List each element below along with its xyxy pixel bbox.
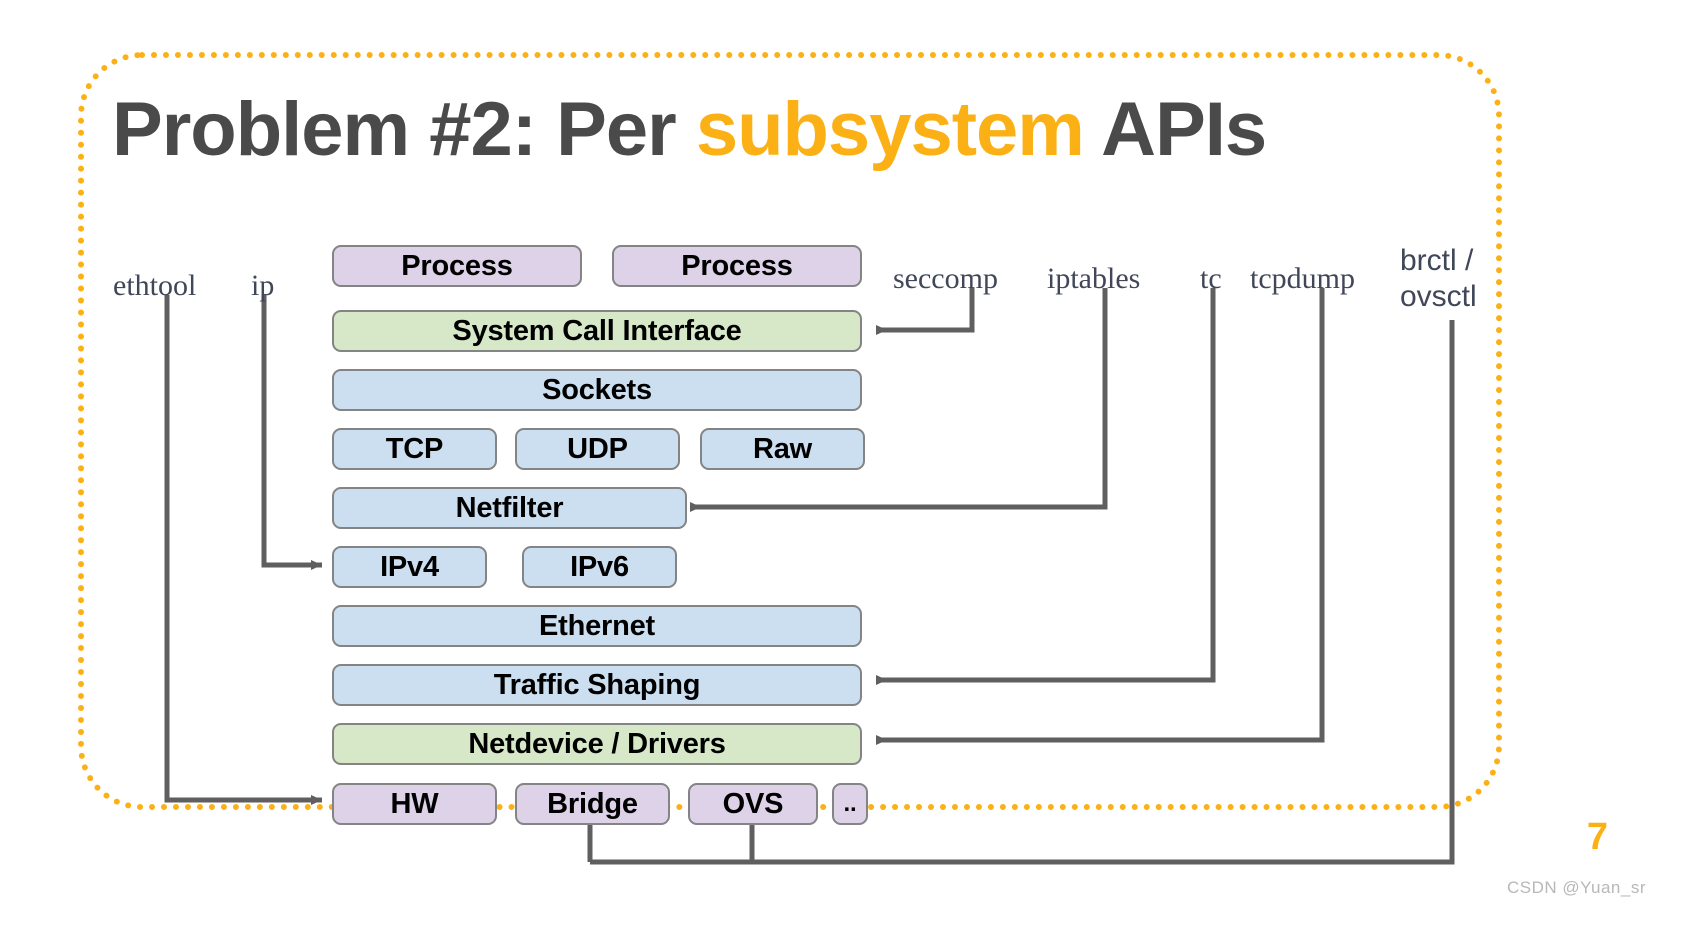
stack-box-bridge[interactable]: Bridge [515,783,670,825]
wire-ethtool-to-hw [164,295,322,805]
tool-label-tcpdump[interactable]: tcpdump [1250,262,1355,295]
tool-label-seccomp[interactable]: seccomp [893,262,998,295]
watermark: CSDN @Yuan_sr [1506,878,1646,897]
stack-box-ovs[interactable]: OVS [688,783,818,825]
tool-label-ovsctl[interactable]: ovsctl [1400,280,1477,313]
stack-box-netdevice-drivers[interactable]: Netdevice / Drivers [332,723,862,765]
stack-box-process-2[interactable]: Process [612,245,862,287]
stack-box-sockets[interactable]: Sockets [332,369,862,411]
tool-label-brctl[interactable]: brctl / [1400,244,1473,277]
stack-box-ipv4[interactable]: IPv4 [332,546,487,588]
stack-box-ipv6[interactable]: IPv6 [522,546,677,588]
stack-box-ellipsis[interactable]: .. [832,783,868,825]
stack-box-tcp[interactable]: TCP [332,428,497,470]
wire-ip-to-ipv4 [261,295,322,570]
slide-canvas: Problem #2: Per subsystem APIs ethtool i… [0,0,1686,947]
tool-label-ip[interactable]: ip [251,269,274,302]
wire-tc-to-traffic-shaping [876,288,1216,685]
stack-box-system-call-interface[interactable]: System Call Interface [332,310,862,352]
stack-box-raw[interactable]: Raw [700,428,865,470]
wire-tcpdump-to-netdevice [876,288,1325,745]
stack-box-udp[interactable]: UDP [515,428,680,470]
tool-label-ethtool[interactable]: ethtool [113,269,196,302]
stack-box-ethernet[interactable]: Ethernet [332,605,862,647]
tool-label-iptables[interactable]: iptables [1047,262,1140,295]
tool-label-tc[interactable]: tc [1200,262,1222,295]
page-number: 7 [1586,816,1608,858]
stack-box-traffic-shaping[interactable]: Traffic Shaping [332,664,862,706]
stack-box-netfilter[interactable]: Netfilter [332,487,687,529]
stack-box-process-1[interactable]: Process [332,245,582,287]
stack-box-hw[interactable]: HW [332,783,497,825]
